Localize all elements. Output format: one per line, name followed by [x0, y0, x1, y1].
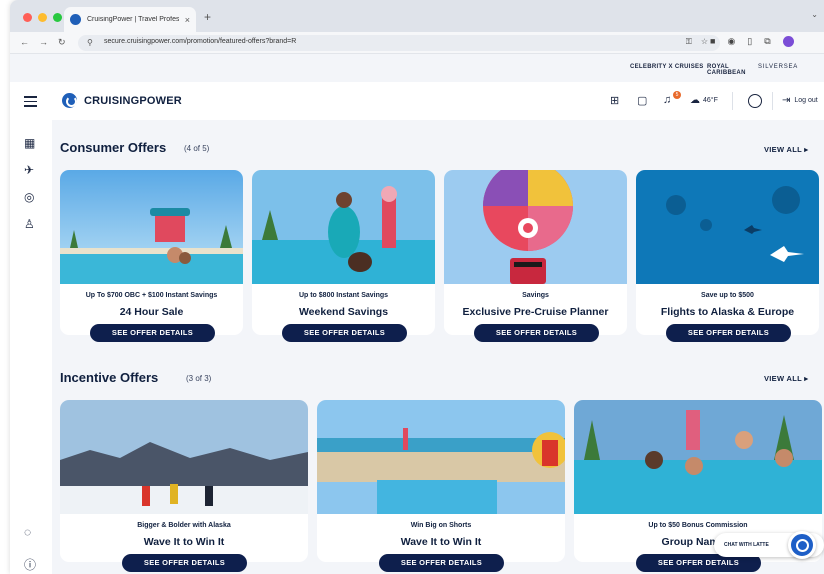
see-offer-details-button[interactable]: SEE OFFER DETAILS [122, 554, 247, 572]
offer-subtitle: Up to $50 Bonus Commission [648, 522, 748, 529]
see-offer-details-button[interactable]: SEE OFFER DETAILS [90, 324, 215, 342]
logout-label: Log out [794, 97, 818, 104]
offer-card[interactable]: Up To $700 OBC + $100 Instant Savings 24… [60, 170, 243, 335]
close-window-button[interactable] [23, 13, 32, 22]
see-offer-details-button[interactable]: SEE OFFER DETAILS [474, 324, 599, 342]
arrow-right-icon: ▸ [804, 145, 809, 154]
chat-bubble-icon[interactable] [788, 531, 816, 559]
consumer-offers-count: (4 of 5) [184, 144, 210, 153]
offer-title: Wave It to Win It [400, 536, 482, 548]
window-controls [23, 13, 62, 22]
reload-icon[interactable]: ↻ [58, 37, 66, 48]
offer-card[interactable]: Up to $800 Instant Savings Weekend Savin… [252, 170, 435, 335]
chat-icon[interactable]: ▢ [637, 94, 647, 107]
globe-icon[interactable]: ◎ [24, 190, 34, 204]
browser-window: CruisingPower | Travel Profes × + ⌄ ← → … [10, 0, 824, 574]
offer-subtitle: Save up to $500 [701, 292, 754, 299]
url-text: secure.cruisingpower.com/promotion/featu… [104, 38, 297, 45]
tab-title: CruisingPower | Travel Profes [87, 16, 179, 23]
back-icon[interactable]: ← [20, 37, 29, 47]
offer-card[interactable]: Bigger & Bolder with Alaska Wave It to W… [60, 400, 308, 562]
offer-title: Exclusive Pre-Cruise Planner [462, 306, 609, 318]
user-avatar-icon[interactable] [748, 94, 762, 108]
forward-icon[interactable]: → [39, 37, 48, 47]
offer-subtitle: Win Big on Shorts [410, 522, 472, 529]
divider [772, 92, 773, 110]
offer-image [444, 170, 627, 284]
consumer-view-all-link[interactable]: VIEW ALL ▸ [764, 145, 808, 154]
notification-bell-icon[interactable]: ♫ [663, 94, 671, 106]
incentive-offers-count: (3 of 3) [186, 374, 212, 383]
menu-icon[interactable] [24, 96, 37, 110]
site-info-icon[interactable]: ⚲ [87, 38, 93, 47]
offer-title: 24 Hour Sale [119, 306, 184, 318]
offer-image [60, 400, 308, 514]
browser-tab[interactable]: CruisingPower | Travel Profes × [64, 7, 196, 32]
see-offer-details-button[interactable]: SEE OFFER DETAILS [282, 324, 407, 342]
minimize-window-button[interactable] [38, 13, 47, 22]
offer-card[interactable]: Savings Exclusive Pre-Cruise Planner [444, 170, 627, 335]
zoom-window-button[interactable] [53, 13, 62, 22]
cruisingpower-logo-icon[interactable] [62, 93, 77, 108]
logo-text[interactable]: CRUISINGPOWER [84, 95, 182, 107]
brand-silversea[interactable]: SILVERSEA [758, 64, 798, 70]
help-icon[interactable]: ⓘ [24, 556, 36, 573]
incentive-view-all-link[interactable]: VIEW ALL ▸ [764, 374, 808, 383]
offer-title: Wave It to Win It [143, 536, 225, 548]
app-header: CRUISINGPOWER ⊞ ▢ ♫ 5 ☁ 46°F ⇥ Log out [10, 82, 824, 120]
logout-icon: ⇥ [782, 95, 791, 106]
offer-subtitle: Up to $800 Instant Savings [298, 292, 389, 299]
offer-subtitle: Up To $700 OBC + $100 Instant Savings [85, 292, 218, 299]
tab-search-icon[interactable]: ⌄ [811, 10, 818, 19]
browser-tab-bar: CruisingPower | Travel Profes × + ⌄ [10, 0, 824, 32]
offer-subtitle: Savings [522, 292, 549, 299]
brand-royal-caribbean[interactable]: ROYAL CARIBBEAN [707, 64, 757, 76]
cloud-icon: ☁ [690, 95, 700, 106]
key-icon[interactable]: ⚿ [686, 37, 692, 47]
apps-grid-icon[interactable]: ⊞ [610, 94, 619, 107]
offer-subtitle: Bigger & Bolder with Alaska [137, 522, 231, 529]
address-bar[interactable]: ⚲ secure.cruisingpower.com/promotion/fea… [78, 35, 720, 51]
offer-image [60, 170, 243, 284]
offer-card[interactable]: Save up to $500 Flights to Alaska & Euro… [636, 170, 819, 335]
see-offer-details-button[interactable]: SEE OFFER DETAILS [379, 554, 504, 572]
browser-toolbar: ← → ↻ ⚲ secure.cruisingpower.com/promoti… [10, 32, 824, 54]
arrow-right-icon: ▸ [804, 374, 809, 383]
offer-title: Flights to Alaska & Europe [660, 306, 795, 318]
new-tab-button[interactable]: + [204, 10, 211, 24]
incentive-offers-title: Incentive Offers [60, 370, 159, 385]
plane-icon[interactable]: ✈ [24, 163, 34, 177]
see-offer-details-button[interactable]: SEE OFFER DETAILS [666, 324, 791, 342]
offer-image [574, 400, 822, 514]
offer-card[interactable]: Win Big on Shorts Wave It to Win It [317, 400, 565, 562]
offer-title: Weekend Savings [298, 306, 389, 318]
brand-strip: CELEBRITY X CRUISES ROYAL CARIBBEAN SILV… [10, 55, 824, 81]
bookmark-star-icon[interactable]: ☆ [701, 37, 708, 47]
consumer-offers-title: Consumer Offers [60, 140, 167, 155]
tab-close-icon[interactable]: × [185, 15, 190, 25]
extension-icon[interactable]: ▯ [747, 36, 752, 47]
profile-avatar-icon[interactable] [782, 36, 794, 47]
offer-image [317, 400, 565, 514]
cruisingpower-favicon-icon [70, 14, 81, 25]
side-rail: ▦ ✈ ◎ ♙ ◌ ⓘ [10, 120, 52, 574]
offer-image [636, 170, 819, 284]
extensions-area: ■ ◉ ▯ ⧉ [710, 36, 794, 47]
award-icon[interactable]: ♙ [24, 217, 35, 231]
extension-icon[interactable]: ◉ [727, 36, 735, 47]
chat-widget[interactable]: CHAT WITH LATTE [714, 531, 824, 559]
extension-icon[interactable]: ■ [710, 36, 715, 47]
calendar-icon[interactable]: ▦ [24, 136, 35, 150]
offer-image [252, 170, 435, 284]
feedback-icon[interactable]: ◌ [24, 525, 31, 539]
extensions-puzzle-icon[interactable]: ⧉ [764, 36, 770, 47]
main-content: Consumer Offers (4 of 5) VIEW ALL ▸ Up T… [52, 120, 824, 574]
logout-button[interactable]: ⇥ Log out [782, 95, 818, 106]
notification-badge: 5 [673, 91, 681, 99]
brand-celebrity[interactable]: CELEBRITY X CRUISES [630, 64, 704, 70]
weather-temp: 46°F [703, 97, 718, 104]
weather-widget: ☁ 46°F [690, 95, 718, 106]
chat-label: CHAT WITH LATTE [724, 542, 769, 548]
divider [732, 92, 733, 110]
